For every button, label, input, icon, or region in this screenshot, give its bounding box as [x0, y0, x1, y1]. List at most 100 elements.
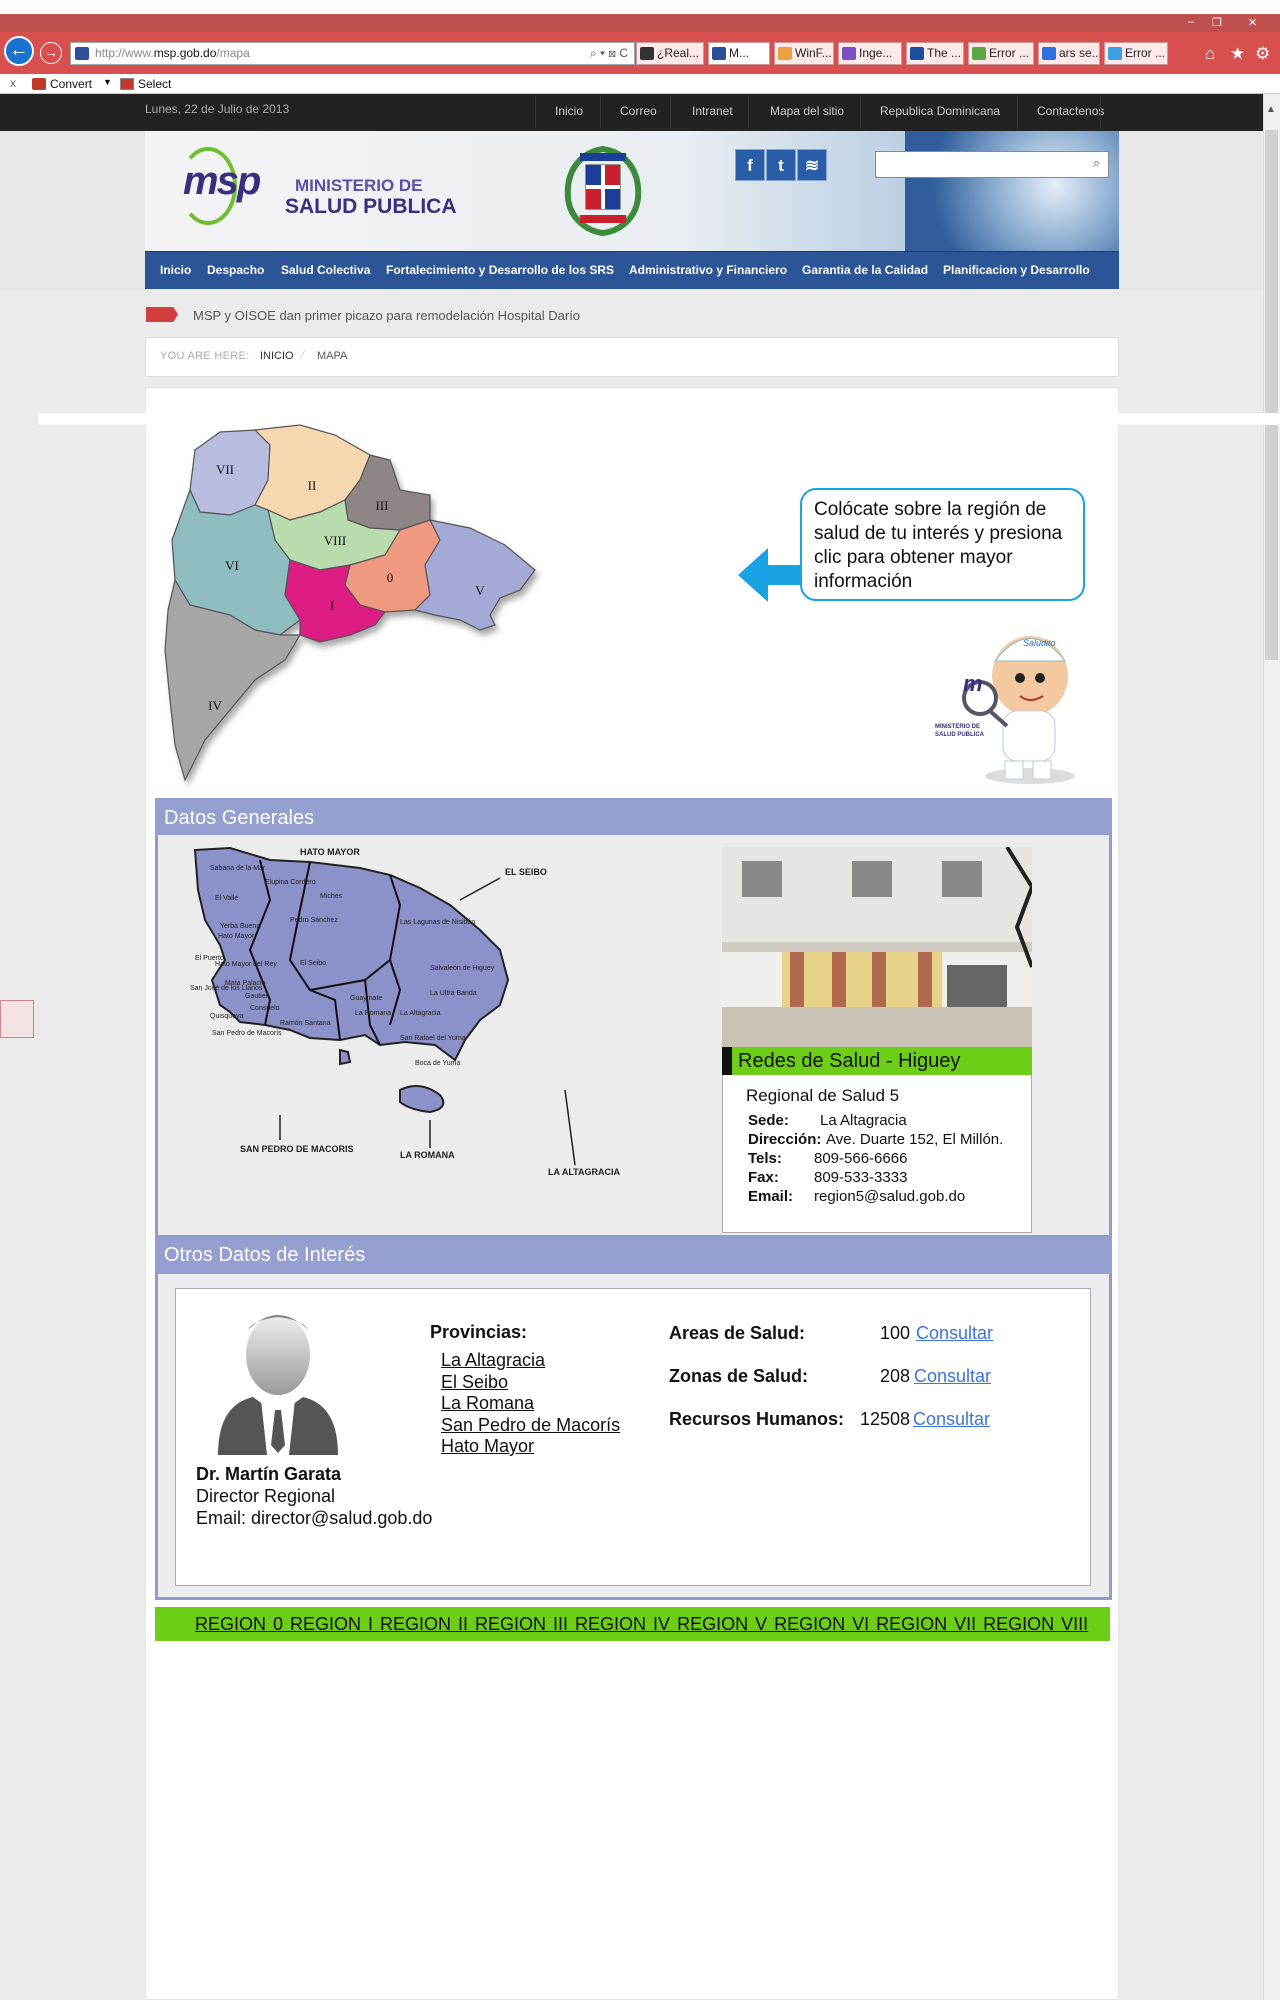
stat-value: 100 — [879, 1323, 910, 1343]
scroll-up-icon[interactable]: ▲ — [1266, 104, 1276, 115]
municipio-label: Hato Mayor del Rey — [215, 961, 277, 968]
municipio-label: San Pedro de Macorís — [212, 1030, 282, 1037]
msp-logo[interactable]: msp — [183, 159, 261, 204]
convert-button[interactable]: Convert — [50, 77, 92, 91]
nav-item[interactable]: Administrativo y Financiero — [629, 263, 787, 277]
region-label-vii: VII — [216, 462, 234, 477]
tab-favicon-icon — [640, 47, 654, 60]
region-v-map[interactable]: Sabana de la Mar Elupina Cordero El Vall… — [190, 840, 630, 1235]
convert-dropdown-icon[interactable]: ▼ — [103, 77, 112, 87]
stat-label: Areas de Salud: — [669, 1323, 806, 1343]
director-email: Email: director@salud.gob.do — [196, 1508, 433, 1528]
site-favicon-icon — [75, 47, 89, 60]
browser-tab[interactable]: Error ... — [968, 42, 1034, 65]
region-label-v: V — [475, 583, 485, 598]
tab-favicon-icon — [778, 47, 792, 60]
info-value: 809-533-3333 — [814, 1169, 908, 1186]
tab-label: The ... — [927, 46, 962, 60]
top-link[interactable]: Inicio — [555, 104, 583, 118]
municipio-label: San Rafael del Yuma — [400, 1035, 466, 1042]
top-link-separator — [1100, 96, 1101, 128]
top-link[interactable]: Intranet — [692, 104, 733, 118]
settings-gear-icon[interactable]: ⚙ — [1255, 44, 1270, 64]
top-link-separator — [535, 96, 536, 128]
region-label-vi: VI — [225, 558, 239, 573]
stethoscope-image — [905, 131, 1119, 251]
nav-item[interactable]: Planificacion y Desarrollo — [943, 263, 1090, 277]
favorites-star-icon[interactable]: ★ — [1230, 44, 1245, 64]
browser-tab[interactable]: Error ... — [1104, 42, 1168, 65]
rss-icon[interactable]: ≋ — [797, 149, 827, 181]
municipio-label: Pedro Sánchez — [290, 917, 338, 924]
health-regions-map[interactable]: VII II III VIII VI 0 V I IV — [160, 420, 680, 792]
breadcrumb-inicio[interactable]: INICIO — [260, 350, 294, 362]
municipio-label: Yerba Buena — [220, 923, 260, 930]
regions-links[interactable]: REGION 0 REGION I REGION II REGION III R… — [195, 1610, 1088, 1638]
consultar-link[interactable]: Consultar — [913, 1409, 990, 1430]
nav-item[interactable]: Inicio — [160, 263, 191, 277]
browser-tab[interactable]: M... — [708, 42, 770, 65]
province-link[interactable]: La Romana — [441, 1393, 534, 1414]
map-label-la-altagracia: LA ALTAGRACIA — [548, 1167, 620, 1177]
tab-label: M... — [729, 46, 749, 60]
director-title: Director Regional — [196, 1486, 336, 1506]
top-link[interactable]: Mapa del sitio — [770, 104, 844, 118]
facebook-icon[interactable]: f — [735, 149, 765, 181]
top-link[interactable]: Contactenos — [1037, 104, 1104, 118]
province-link[interactable]: San Pedro de Macorís — [441, 1415, 620, 1436]
close-bar-icon[interactable]: x — [10, 76, 16, 90]
region-label-ii: II — [308, 478, 317, 493]
minimize-icon[interactable]: ‒ — [1188, 16, 1194, 28]
nav-item[interactable]: Salud Colectiva — [281, 263, 370, 277]
municipio-label: Consuelo — [250, 1005, 280, 1012]
top-link[interactable]: Correo — [620, 104, 657, 118]
home-icon[interactable]: ⌂ — [1205, 44, 1215, 64]
nav-item[interactable]: Garantia de la Calidad — [802, 263, 928, 277]
window-frame — [0, 14, 1280, 32]
site-search-input[interactable] — [875, 151, 1109, 178]
address-tools[interactable]: ⌕ ▾ ⊠ C — [590, 43, 628, 64]
province-link[interactable]: El Seibo — [441, 1372, 508, 1393]
magnifier-icon[interactable]: ⌕ — [1093, 155, 1100, 171]
url-path: /mapa — [216, 46, 250, 60]
scrollbar-thumb[interactable] — [1265, 130, 1278, 660]
twitter-icon[interactable]: t — [766, 149, 796, 181]
nav-item[interactable]: Despacho — [207, 263, 264, 277]
browser-tab[interactable]: ¿Real... — [636, 42, 704, 65]
side-tab-icon[interactable] — [0, 1000, 34, 1038]
region-label-iii: III — [376, 498, 389, 513]
ministry-name-line1: MINISTERIO DE — [295, 176, 423, 195]
municipio-label: Ramón Santana — [280, 1020, 331, 1027]
municipio-label: Boca de Yuma — [415, 1060, 461, 1067]
province-link[interactable]: Hato Mayor — [441, 1436, 534, 1457]
stat-value: 12508 — [859, 1409, 910, 1429]
province-link[interactable]: La Altagracia — [441, 1350, 545, 1371]
address-bar[interactable]: http://www.msp.gob.do/mapa ⌕ ▾ ⊠ C — [70, 42, 635, 65]
map-label-san-pedro: SAN PEDRO DE MACORIS — [240, 1144, 354, 1154]
news-ticker[interactable]: MSP y OISOE dan primer picazo para remod… — [193, 308, 580, 323]
director-name: Dr. Martín Garata — [196, 1464, 342, 1484]
info-label: Sede: — [748, 1112, 789, 1129]
url-prefix: http://www. — [95, 46, 154, 60]
tab-label: ¿Real... — [657, 46, 700, 60]
tab-label: Error ... — [1125, 46, 1166, 60]
browser-tab[interactable]: WinF... — [774, 42, 834, 65]
nav-item[interactable]: Fortalecimiento y Desarrollo de los SRS — [386, 263, 614, 277]
close-window-icon[interactable]: ✕ — [1248, 16, 1257, 29]
municipio-label: San José de los Llanos — [190, 985, 263, 992]
browser-tab[interactable]: ars se... — [1038, 42, 1100, 65]
back-button[interactable]: ← — [4, 36, 34, 66]
consultar-link[interactable]: Consultar — [914, 1366, 991, 1387]
restore-icon[interactable]: ❐ — [1212, 16, 1222, 29]
top-link[interactable]: Republica Dominicana — [880, 104, 1000, 118]
select-button[interactable]: Select — [138, 77, 171, 91]
info-label: Email: — [748, 1188, 794, 1205]
breadcrumb-mapa: MAPA — [317, 350, 348, 362]
browser-tab[interactable]: The ... — [906, 42, 964, 65]
forward-button[interactable]: → — [40, 42, 62, 64]
browser-tab[interactable]: Inge... — [838, 42, 902, 65]
stat-value: 208 — [879, 1366, 910, 1386]
top-link-separator — [1017, 96, 1018, 128]
consultar-link[interactable]: Consultar — [916, 1323, 993, 1344]
tab-label: WinF... — [795, 46, 832, 60]
